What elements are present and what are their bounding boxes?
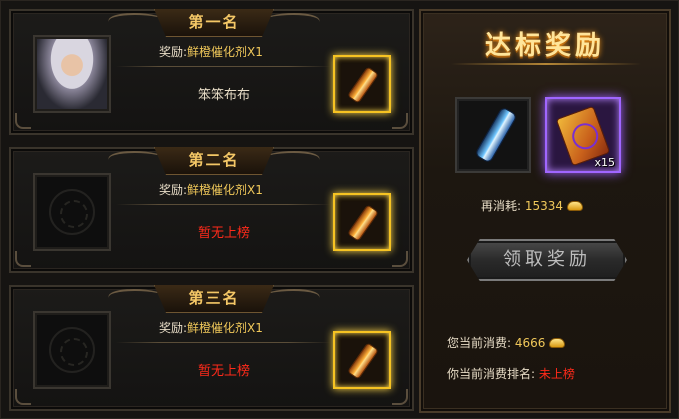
current-rank-label: 你当前消费排名: [447, 367, 536, 381]
rank-title: 第一名 [154, 9, 274, 37]
reward-line: 奖励:鲜橙催化剂X1 [159, 43, 263, 60]
rank-panel-second: 第二名 奖励:鲜橙催化剂X1 暂无上榜 [9, 147, 414, 273]
rank-header: 第一名 [103, 9, 325, 39]
dragon-emblem-icon [49, 327, 95, 373]
cost-label: 再消耗: [481, 199, 522, 213]
divider [116, 342, 331, 343]
reward-label: 奖励: [159, 321, 188, 335]
rank-title: 第三名 [154, 285, 274, 313]
reward-item-slot[interactable] [333, 55, 391, 113]
reward-item-slot-2[interactable]: x15 [545, 97, 621, 173]
gold-ingot-icon [549, 338, 566, 348]
reward-line: 奖励:鲜橙催化剂X1 [159, 181, 263, 198]
divider [116, 66, 331, 67]
reward-panel-title: 达标奖励 [484, 31, 605, 61]
achievement-reward-panel: 达标奖励 x15 再消耗: 15334 领取奖励 您当前消费: 4666 你当前… [419, 9, 671, 413]
empty-avatar-slot [33, 173, 111, 251]
reward-label: 奖励: [159, 45, 188, 59]
reward-item-slot[interactable] [333, 193, 391, 251]
title-underline [451, 63, 641, 65]
player-name: 暂无上榜 [197, 226, 250, 241]
orange-catalyst-tube-icon [346, 342, 380, 380]
remaining-cost: 再消耗: 15334 [481, 197, 584, 214]
gold-ingot-icon [567, 201, 584, 211]
divider [116, 204, 331, 205]
reward-item-slot[interactable] [333, 331, 391, 389]
item-quantity: x15 [594, 156, 615, 169]
current-rank-value: 未上榜 [538, 367, 575, 381]
rank-panel-first: 第一名 奖励:鲜橙催化剂X1 笨笨布布 [9, 9, 414, 135]
reward-value: 鲜橙催化剂X1 [187, 321, 263, 335]
current-spend-value: 4666 [514, 336, 546, 350]
current-spend: 您当前消费: 4666 [447, 334, 566, 351]
dragon-emblem-icon [49, 189, 95, 235]
cost-value: 15334 [524, 199, 564, 213]
reward-value: 鲜橙催化剂X1 [187, 183, 263, 197]
rank-title: 第二名 [154, 147, 274, 175]
blue-catalyst-tube-icon [474, 106, 518, 164]
reward-label: 奖励: [159, 183, 188, 197]
rank-header: 第二名 [103, 147, 325, 177]
player-name: 暂无上榜 [197, 364, 250, 379]
player-avatar[interactable] [33, 35, 111, 113]
event-window: 第一名 奖励:鲜橙催化剂X1 笨笨布布 第二名 奖励:鲜橙催化剂X1 暂无上榜 [0, 0, 679, 419]
current-spend-label: 您当前消费: [447, 336, 512, 350]
claim-reward-button[interactable]: 领取奖励 [467, 239, 627, 281]
player-name: 笨笨布布 [197, 88, 250, 103]
reward-line: 奖励:鲜橙催化剂X1 [159, 319, 263, 336]
orange-catalyst-tube-icon [346, 204, 380, 242]
rank-panel-third: 第三名 奖励:鲜橙催化剂X1 暂无上榜 [9, 285, 414, 411]
rank-header: 第三名 [103, 285, 325, 315]
current-rank: 你当前消费排名: 未上榜 [447, 365, 575, 382]
orange-catalyst-tube-icon [346, 66, 380, 104]
empty-avatar-slot [33, 311, 111, 389]
reward-value: 鲜橙催化剂X1 [187, 45, 263, 59]
reward-item-slot-1[interactable] [455, 97, 531, 173]
